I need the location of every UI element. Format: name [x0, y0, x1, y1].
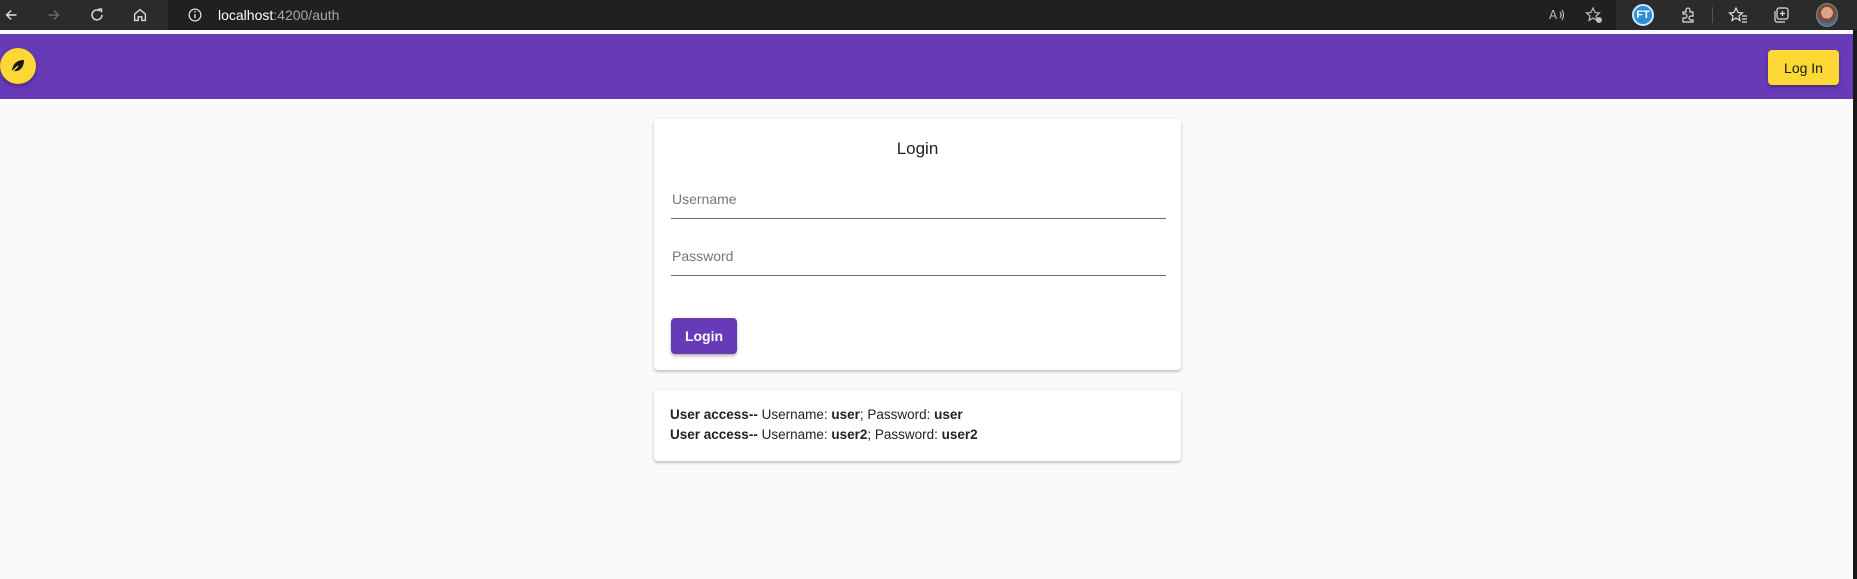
login-submit-button[interactable]: Login — [671, 318, 737, 354]
url-path: :4200/auth — [273, 7, 340, 23]
home-icon[interactable] — [128, 3, 152, 27]
favorites-icon[interactable] — [1727, 4, 1749, 26]
username-value: user — [831, 407, 860, 422]
refresh-icon[interactable] — [85, 3, 109, 27]
app-toolbar: Log In — [0, 34, 1853, 99]
forward-icon[interactable] — [41, 3, 65, 27]
back-icon[interactable] — [0, 3, 24, 27]
password-label: ; Password: — [859, 407, 935, 422]
username-value: user2 — [831, 427, 868, 442]
username-input[interactable] — [671, 185, 1166, 219]
collections-icon[interactable] — [1770, 4, 1792, 26]
profile-badge: FT — [1632, 4, 1654, 26]
site-info-icon[interactable] — [183, 3, 207, 27]
avatar — [1816, 3, 1838, 27]
extensions-icon[interactable] — [1677, 4, 1699, 26]
window-edge — [1853, 30, 1857, 579]
password-label: ; Password: — [867, 427, 942, 442]
browser-toolbar: localhost:4200/auth A FT — [0, 0, 1857, 30]
password-input[interactable] — [671, 242, 1166, 276]
profile-extension-icon[interactable]: FT — [1632, 4, 1654, 26]
access-prefix: User access-- — [670, 407, 758, 422]
username-label: Username: — [757, 427, 832, 442]
toolbar-separator — [1712, 7, 1713, 23]
access-info-line: User access-- Username: user2; Password:… — [670, 427, 978, 442]
header-login-button[interactable]: Log In — [1768, 50, 1839, 85]
user-avatar-icon[interactable] — [1816, 3, 1838, 27]
add-favorite-icon[interactable] — [1583, 4, 1605, 26]
address-bar[interactable] — [168, 0, 1616, 30]
svg-text:A: A — [1549, 8, 1558, 22]
url-host: localhost — [218, 7, 274, 23]
leaf-logo-icon[interactable] — [0, 48, 36, 84]
password-value: user — [934, 407, 963, 422]
username-label: Username: — [757, 407, 832, 422]
access-info-line: User access-- Username: user; Password: … — [670, 407, 963, 422]
access-prefix: User access-- — [670, 427, 758, 442]
access-info-card: User access-- Username: user; Password: … — [654, 390, 1181, 461]
password-value: user2 — [941, 427, 978, 442]
login-title: Login — [896, 139, 939, 158]
url-text[interactable]: localhost:4200/auth — [218, 7, 339, 23]
read-aloud-icon[interactable]: A — [1546, 4, 1568, 26]
